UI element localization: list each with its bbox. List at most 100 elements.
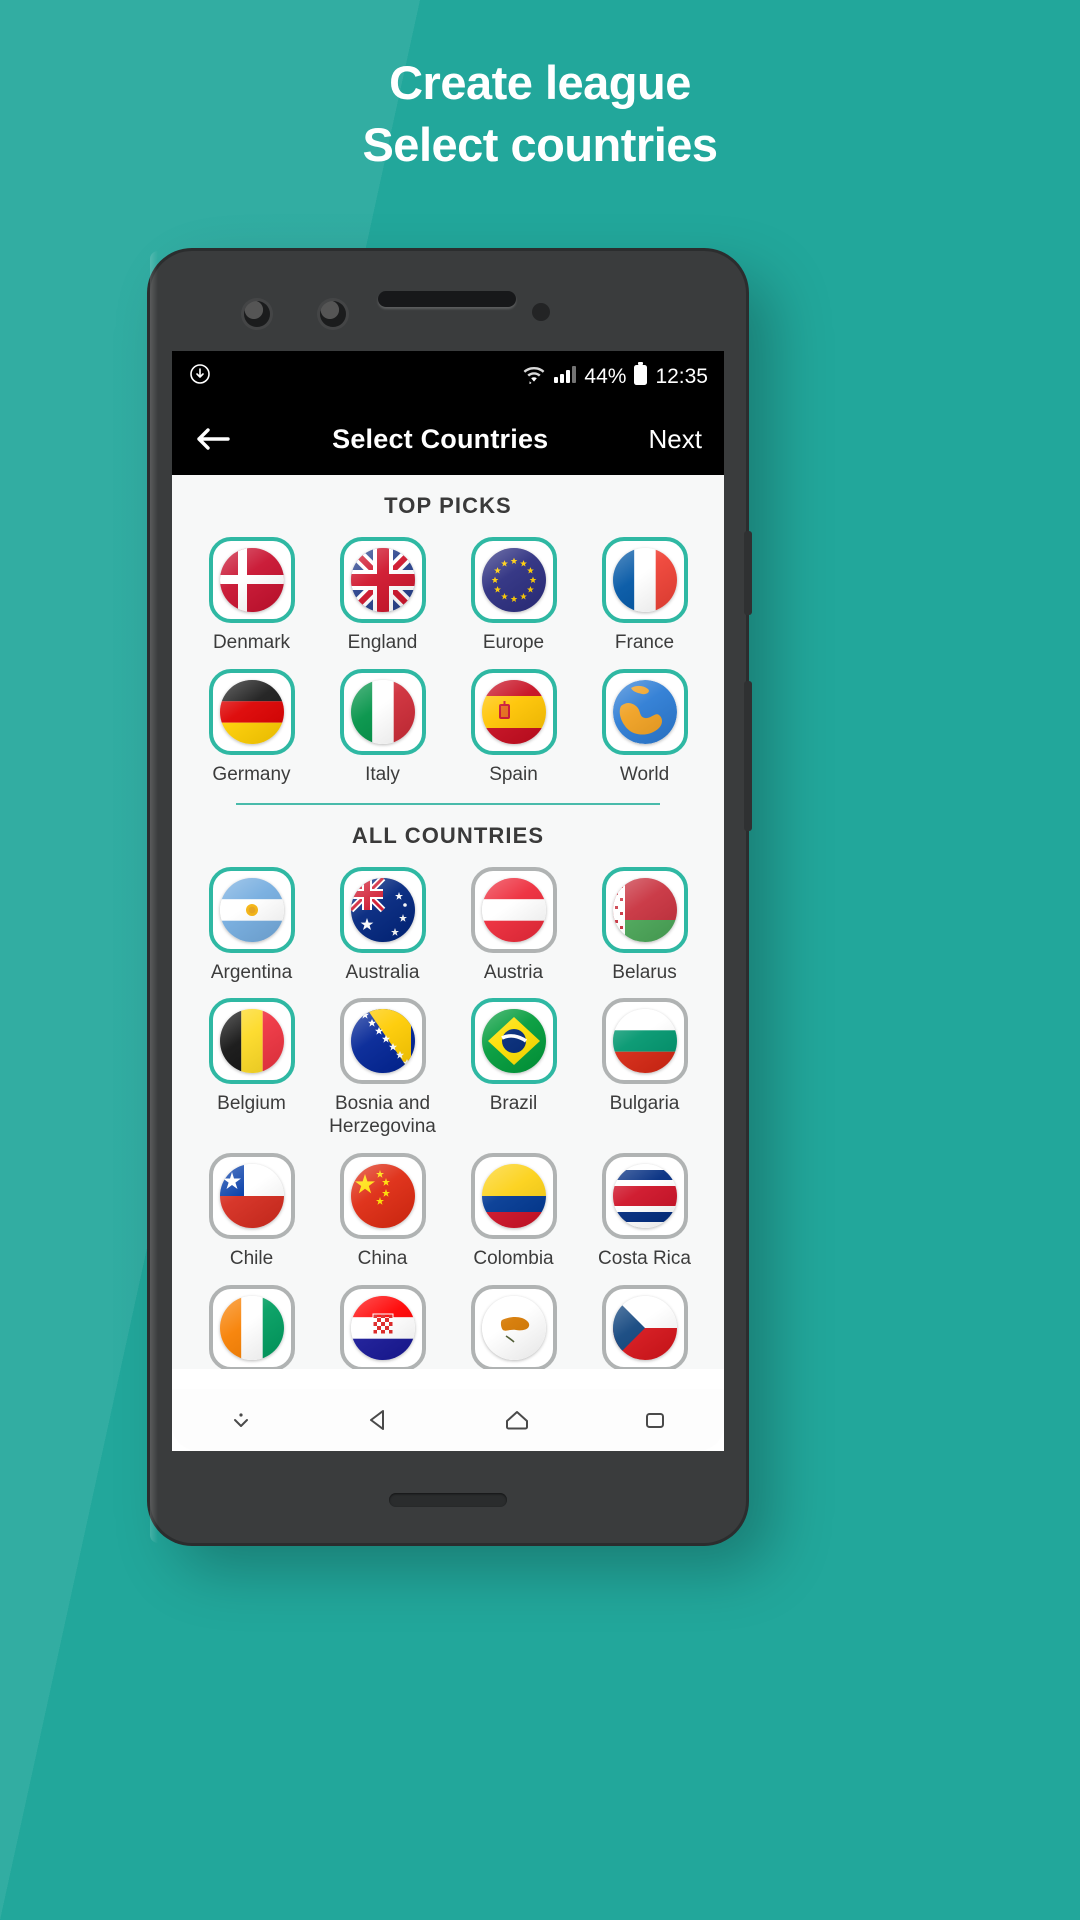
page-title: Select Countries	[332, 423, 549, 454]
country-tile-germany[interactable]	[208, 668, 295, 755]
country-cell[interactable]: Argentina	[186, 859, 317, 991]
country-cell[interactable]: Belarus	[579, 859, 710, 991]
country-tile-france[interactable]	[601, 537, 688, 623]
promo-heading: Create league Select countries	[0, 52, 1080, 176]
country-cell[interactable]: Colombia	[448, 1145, 579, 1277]
country-label: Italy	[365, 763, 400, 785]
country-label: France	[614, 632, 675, 653]
country-cell[interactable]: Austria	[448, 859, 579, 991]
phone-bottom-bezel	[150, 1451, 746, 1543]
country-tile-cyprus[interactable]	[470, 1284, 557, 1369]
earpiece-speaker	[378, 291, 516, 307]
country-cell[interactable]: Spain	[448, 661, 579, 793]
country-tile-argentina[interactable]	[208, 866, 295, 953]
country-tile-world[interactable]	[601, 668, 688, 755]
country-tile-ivorycoast[interactable]	[208, 1284, 295, 1369]
country-label: Argentina	[210, 961, 293, 983]
country-tile-czech[interactable]	[601, 1284, 688, 1369]
country-cell[interactable]: Bosnia and Herzegovina	[317, 990, 448, 1145]
app-bar: Select Countries Next	[172, 403, 724, 475]
country-tile-brazil[interactable]	[470, 998, 557, 1085]
country-tile-bosnia[interactable]	[339, 998, 426, 1085]
chevron-down-icon[interactable]	[226, 1405, 256, 1435]
bosnia-flag-icon	[350, 1009, 415, 1074]
country-tile-colombia[interactable]	[470, 1152, 557, 1239]
country-tile-bulgaria[interactable]	[601, 998, 688, 1085]
belgium-flag-icon	[219, 1009, 284, 1074]
australia-flag-icon	[350, 877, 415, 942]
country-tile-europe[interactable]	[470, 537, 557, 623]
volume-button[interactable]	[744, 531, 752, 615]
world-flag-icon	[612, 679, 677, 744]
country-tile-italy[interactable]	[339, 668, 426, 755]
country-label: Brazil	[489, 1093, 538, 1115]
home-icon[interactable]	[501, 1405, 533, 1435]
recents-square-icon[interactable]	[640, 1405, 670, 1435]
country-label: World	[619, 763, 670, 785]
country-tile-england[interactable]	[339, 537, 426, 623]
france-flag-icon	[612, 548, 677, 612]
country-cell[interactable]: France	[579, 529, 710, 661]
country-label: Bosnia and Herzegovina	[329, 1093, 436, 1138]
country-cell[interactable]: Italy	[317, 661, 448, 793]
country-tile-chile[interactable]	[208, 1152, 295, 1239]
back-triangle-icon[interactable]	[363, 1405, 393, 1435]
top-picks-grid[interactable]: Denmark England Europe France Germany Italy Sp…	[172, 529, 724, 793]
country-label: Belarus	[612, 961, 677, 983]
country-cell[interactable]: Bulgaria	[579, 990, 710, 1145]
england-flag-icon	[350, 548, 415, 612]
power-button[interactable]	[744, 681, 752, 831]
spain-flag-icon	[481, 679, 546, 744]
country-cell[interactable]	[579, 1277, 710, 1369]
all-countries-grid[interactable]: Argentina Australia Austria Belarus Belgium B…	[172, 859, 724, 1369]
next-button[interactable]: Next	[649, 424, 702, 455]
argentina-flag-icon	[219, 877, 284, 942]
country-label: Chile	[229, 1247, 274, 1269]
country-label: Bulgaria	[609, 1093, 680, 1115]
brazil-flag-icon	[481, 1009, 546, 1074]
country-cell[interactable]	[186, 1277, 317, 1369]
country-cell[interactable]: Australia	[317, 859, 448, 991]
country-tile-austria[interactable]	[470, 866, 557, 953]
front-camera-secondary-icon	[320, 301, 346, 327]
belarus-flag-icon	[612, 877, 677, 942]
country-tile-australia[interactable]	[339, 866, 426, 953]
chile-flag-icon	[219, 1163, 284, 1228]
country-cell[interactable]	[448, 1277, 579, 1369]
phone-screen: 44% 12:35 Select Countries Next TOP PICK…	[172, 351, 724, 1451]
signal-bars-icon	[553, 364, 577, 390]
country-tile-denmark[interactable]	[208, 537, 295, 623]
country-cell[interactable]: Costa Rica	[579, 1145, 710, 1277]
country-tile-croatia[interactable]	[339, 1284, 426, 1369]
croatia-flag-icon	[350, 1295, 415, 1360]
country-label: Germany	[212, 763, 291, 785]
country-tile-belarus[interactable]	[601, 866, 688, 953]
country-cell[interactable]: Chile	[186, 1145, 317, 1277]
country-cell[interactable]: Belgium	[186, 990, 317, 1145]
country-label: Denmark	[212, 632, 291, 653]
country-label: Costa Rica	[598, 1247, 691, 1269]
colombia-flag-icon	[481, 1163, 546, 1228]
phone-top-bezel	[150, 251, 746, 351]
country-cell[interactable]: World	[579, 661, 710, 793]
country-cell[interactable]: Europe	[448, 529, 579, 661]
ivorycoast-flag-icon	[219, 1295, 284, 1360]
country-cell[interactable]: Denmark	[186, 529, 317, 661]
country-tile-belgium[interactable]	[208, 998, 295, 1085]
section-title-all-countries: ALL COUNTRIES	[351, 822, 545, 848]
country-label: England	[347, 632, 418, 653]
country-label: Austria	[483, 961, 544, 983]
country-cell[interactable]: England	[317, 529, 448, 661]
country-cell[interactable]: China	[317, 1145, 448, 1277]
country-cell[interactable]: Germany	[186, 661, 317, 793]
country-tile-costarica[interactable]	[601, 1152, 688, 1239]
country-cell[interactable]: Brazil	[448, 990, 579, 1145]
proximity-sensor-icon	[532, 303, 550, 321]
country-tile-spain[interactable]	[470, 668, 557, 755]
cyprus-flag-icon	[481, 1295, 546, 1360]
country-cell[interactable]	[317, 1277, 448, 1369]
back-arrow-icon[interactable]	[194, 424, 232, 454]
country-tile-china[interactable]	[339, 1152, 426, 1239]
system-navigation-bar[interactable]	[172, 1389, 724, 1451]
country-list[interactable]: TOP PICKS Denmark England Europe France Germ…	[172, 475, 724, 1369]
